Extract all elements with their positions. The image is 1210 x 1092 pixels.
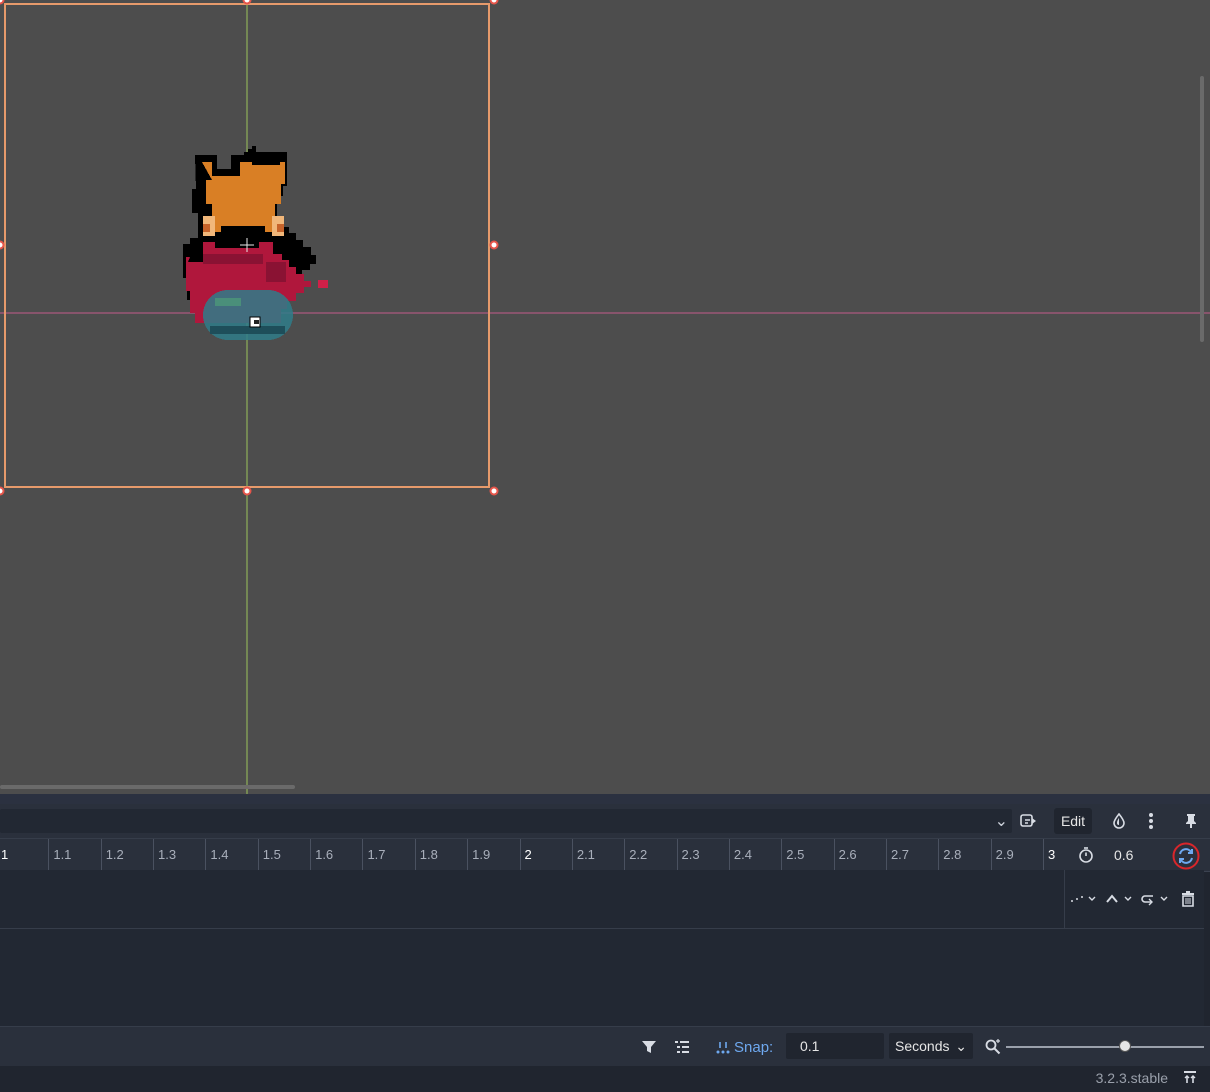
handle-bottom-right[interactable] xyxy=(489,486,499,496)
loop-wrap-icon[interactable] xyxy=(1141,888,1169,910)
timeline-tick: 2.1 xyxy=(571,839,595,871)
animation-panel: ⌄ Edit 1 1.1 1.2 1.3 1.4 1.5 1.6 1.7 1.8 1.9 2 2.1 2… xyxy=(0,804,1210,1092)
handle-right[interactable] xyxy=(489,240,499,250)
animation-select[interactable]: ⌄ xyxy=(0,809,1012,833)
pin-icon[interactable] xyxy=(1181,809,1201,833)
snap-label: Snap: xyxy=(734,1038,774,1056)
handle-bottom[interactable] xyxy=(242,486,252,496)
vertical-scrollbar[interactable] xyxy=(1200,76,1204,342)
interpolation-icon[interactable] xyxy=(1069,888,1097,910)
filter-icon[interactable] xyxy=(641,1035,657,1059)
onion-skin-icon[interactable] xyxy=(1108,809,1130,833)
panel-splitter[interactable] xyxy=(0,794,1210,804)
timeline-tick: 1.9 xyxy=(467,839,490,871)
snap-toggle[interactable]: Snap: xyxy=(716,1035,773,1059)
expand-bottom-panel-icon[interactable] xyxy=(1183,1070,1197,1087)
stopwatch-icon xyxy=(1077,846,1095,864)
zoom-icon xyxy=(985,1035,1001,1059)
timeline-tick: 2.6 xyxy=(833,839,857,871)
timeline-tick: 2 xyxy=(519,839,532,871)
timeline-tick: 2.5 xyxy=(781,839,804,871)
timeline-tick: 1.4 xyxy=(205,839,228,871)
timeline-tick: 1.2 xyxy=(100,839,124,871)
timeline-tick: 1.6 xyxy=(310,839,333,871)
zoom-slider-grabber[interactable] xyxy=(1118,1040,1131,1052)
timeline-tick: 1 xyxy=(0,839,8,871)
update-mode-icon[interactable] xyxy=(1105,888,1133,910)
horizontal-scrollbar[interactable] xyxy=(0,785,295,789)
timeline-tick: 2.8 xyxy=(938,839,961,871)
handle-top-right[interactable] xyxy=(489,0,499,5)
character-sprite[interactable] xyxy=(183,146,328,340)
timeline-tick: 2.9 xyxy=(990,839,1014,871)
handle-top-left[interactable] xyxy=(0,0,5,5)
zoom-slider[interactable] xyxy=(1006,1046,1204,1048)
delete-track-icon[interactable] xyxy=(1181,888,1195,910)
snap-icon xyxy=(716,1042,730,1054)
animation-loop-button[interactable] xyxy=(1172,842,1200,870)
timeline-tick: 1.1 xyxy=(48,839,71,871)
snap-value-field[interactable] xyxy=(786,1033,884,1059)
more-options-icon[interactable] xyxy=(1140,809,1162,833)
animation-options-icon[interactable] xyxy=(1018,809,1040,833)
track-row[interactable] xyxy=(0,870,1204,929)
timeline-ruler[interactable]: 1 1.1 1.2 1.3 1.4 1.5 1.6 1.7 1.8 1.9 2 2.1 2.2 2.3 2.… xyxy=(0,839,1070,871)
chevron-down-icon: ⌄ xyxy=(955,1038,967,1054)
canvas-viewport[interactable] xyxy=(0,0,1210,794)
chevron-down-icon: ⌄ xyxy=(994,813,1008,830)
track-area[interactable] xyxy=(0,870,1204,1027)
timeline-tick: 2.7 xyxy=(885,839,909,871)
animation-bottom-bar: Snap: Seconds ⌄ xyxy=(0,1026,1210,1067)
edit-button[interactable]: Edit xyxy=(1054,808,1092,834)
track-tools xyxy=(1064,870,1205,928)
timeline-tick: 1.3 xyxy=(153,839,176,871)
track-list-icon[interactable] xyxy=(674,1035,690,1059)
timeline-tick: 1.7 xyxy=(362,839,386,871)
handle-bottom-left[interactable] xyxy=(0,486,5,496)
animation-length-field[interactable]: 0.6 xyxy=(1104,843,1174,867)
timeline-tick: 2.2 xyxy=(624,839,647,871)
timeline-tick: 1.5 xyxy=(257,839,281,871)
status-bar: 3.2.3.stable xyxy=(0,1066,1210,1092)
timeline: 1 1.1 1.2 1.3 1.4 1.5 1.6 1.7 1.8 1.9 2 2.1 2.2 2.3 2.… xyxy=(0,838,1210,872)
animation-toolbar: ⌄ Edit xyxy=(0,804,1210,838)
snap-unit-value: Seconds xyxy=(895,1038,950,1054)
version-label: 3.2.3.stable xyxy=(1095,1070,1168,1086)
timeline-tick: 3 xyxy=(1043,839,1055,871)
timeline-tick: 1.8 xyxy=(414,839,438,871)
handle-top[interactable] xyxy=(242,0,252,5)
canvas-svg[interactable] xyxy=(0,0,1210,794)
timeline-tick: 2.4 xyxy=(728,839,752,871)
snap-unit-select[interactable]: Seconds ⌄ xyxy=(889,1033,973,1059)
handle-left[interactable] xyxy=(0,240,5,250)
timeline-tick: 2.3 xyxy=(676,839,700,871)
